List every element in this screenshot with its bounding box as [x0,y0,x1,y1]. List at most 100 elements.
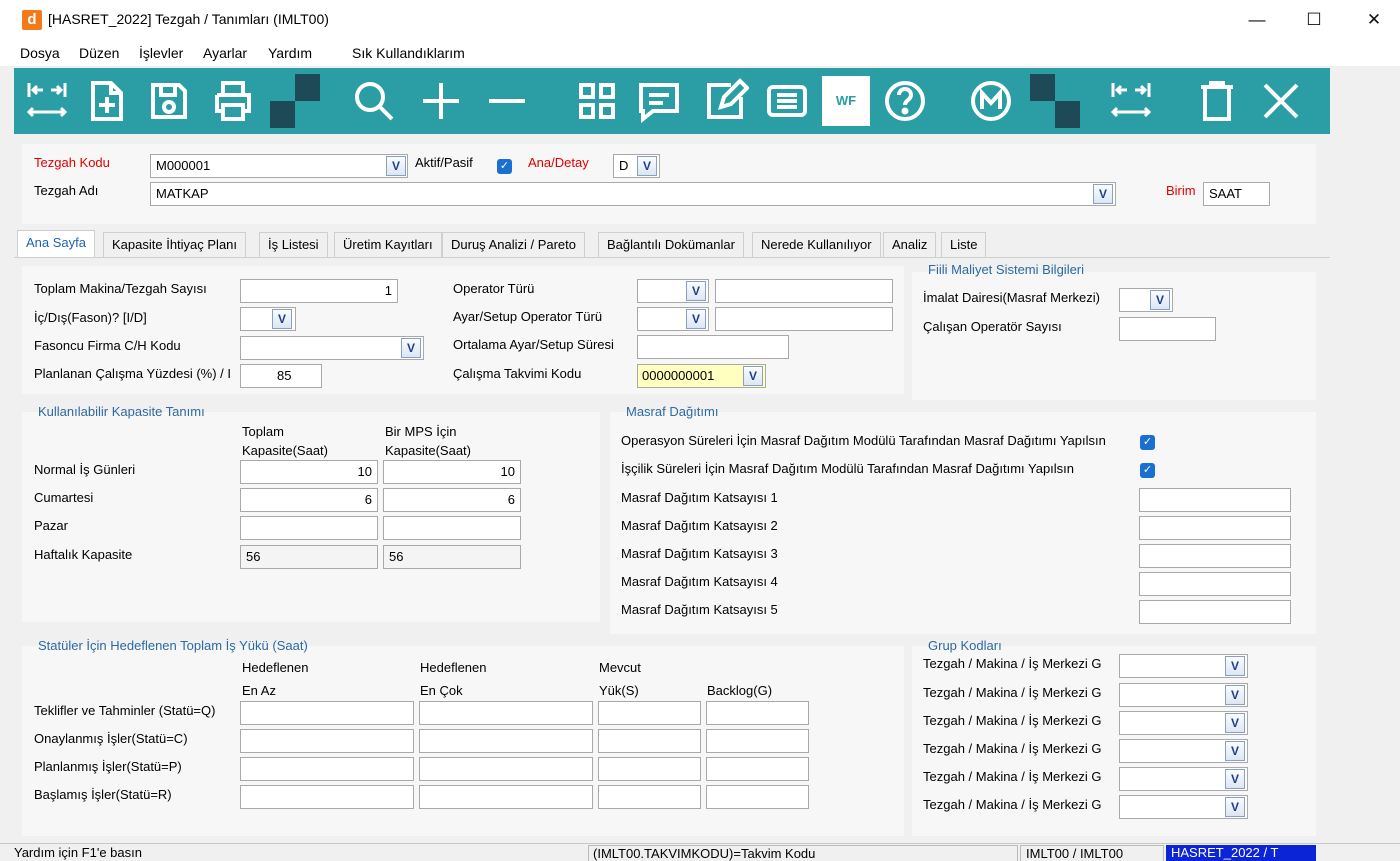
workload-current-field[interactable] [598,785,701,809]
close-icon[interactable] [1252,73,1310,129]
collapse-icon[interactable] [1102,73,1160,129]
delete-icon[interactable] [1188,73,1246,129]
group-code-dropdown[interactable]: V [1225,741,1245,761]
capacity-total-field[interactable]: 6 [240,488,378,512]
edit-icon[interactable] [696,73,754,129]
subcontractor-dropdown[interactable]: V [401,338,421,358]
internal-label: İç/Dış(Fason)? [I/D] [34,310,147,325]
workload-backlog-field[interactable] [706,729,809,753]
tab-ana-sayfa[interactable]: Ana Sayfa [17,230,95,258]
menu-ayarlar[interactable]: Ayarlar [203,45,247,61]
capacity-total-field[interactable] [240,516,378,540]
capacity-mps-field[interactable]: 6 [383,488,521,512]
first-record-icon[interactable] [18,73,76,129]
tab-work-list[interactable]: İş Listesi [259,232,328,257]
name-dropdown[interactable]: V [1093,184,1113,204]
operator-type-dropdown[interactable]: V [686,281,706,301]
subcontractor-field[interactable] [240,336,424,360]
help-icon[interactable] [876,73,934,129]
list-icon[interactable] [758,73,816,129]
workload-max-field[interactable] [419,701,593,725]
operators-label: Çalışan Operatör Sayısı [923,319,1062,334]
menu-duzen[interactable]: Düzen [79,45,119,61]
workload-backlog-field[interactable] [706,757,809,781]
coefficient-field[interactable] [1139,516,1291,540]
workload-min-field[interactable] [240,785,414,809]
setup-operator-dropdown[interactable]: V [686,309,706,329]
tab-analysis[interactable]: Analiz [883,232,937,257]
setup-operator-desc[interactable] [715,307,893,331]
menu-yardim[interactable]: Yardım [268,45,312,61]
tab-capacity-plan[interactable]: Kapasite İhtiyaç Planı [103,232,247,257]
workload-min-field[interactable] [240,757,414,781]
close-window-button[interactable]: ✕ [1362,8,1386,32]
workload-max-field[interactable] [419,785,593,809]
workload-row-label: Başlamış İşler(Statü=R) [34,787,172,802]
workload-max-field[interactable] [419,729,593,753]
workload-h2-line1: Hedeflenen [420,660,487,675]
capacity-col2-line2: Kapasite(Saat) [385,443,471,458]
main-detail-dropdown[interactable]: V [637,156,657,176]
name-label: Tezgah Adı [34,183,99,198]
coefficient-field[interactable] [1139,488,1291,512]
workload-min-field[interactable] [240,701,414,725]
print-icon[interactable] [204,73,262,129]
minimize-button[interactable]: — [1245,8,1269,32]
group-code-dropdown[interactable]: V [1225,656,1245,676]
add-icon[interactable] [412,73,470,129]
coefficient-field[interactable] [1139,600,1291,624]
m-icon[interactable] [962,73,1020,129]
operator-type-desc[interactable] [715,279,893,303]
grid-icon[interactable] [568,73,626,129]
workload-backlog-field[interactable] [706,701,809,725]
workload-current-field[interactable] [598,701,701,725]
workload-current-field[interactable] [598,729,701,753]
active-checkbox[interactable]: ✓ [497,159,512,174]
menu-dosya[interactable]: Dosya [20,45,60,61]
coefficient-label: Masraf Dağıtım Katsayısı 4 [621,574,778,589]
workload-max-field[interactable] [419,757,593,781]
workload-h3-line1: Mevcut [599,660,641,675]
tab-list[interactable]: Liste [941,232,987,257]
tab-production-records[interactable]: Üretim Kayıtları [334,232,442,257]
menu-islevler[interactable]: İşlevler [139,45,183,61]
tab-downtime-analysis[interactable]: Duruş Analizi / Pareto [442,232,586,257]
search-icon[interactable] [345,73,403,129]
name-field[interactable]: MATKAP [150,182,1116,206]
remove-icon[interactable] [478,73,536,129]
capacity-mps-field[interactable]: 10 [383,460,521,484]
coefficient-field[interactable] [1139,544,1291,568]
capacity-mps-field[interactable] [383,516,521,540]
dept-dropdown[interactable]: V [1150,290,1170,310]
menu-favorites[interactable]: Sık Kullandıklarım [352,45,465,61]
group-code-dropdown[interactable]: V [1225,769,1245,789]
checker-icon-2 [1030,74,1080,128]
group-code-dropdown[interactable]: V [1225,685,1245,705]
workload-current-field[interactable] [598,757,701,781]
operators-field[interactable] [1119,317,1216,341]
save-icon[interactable] [140,73,198,129]
comment-icon[interactable] [630,73,688,129]
workload-min-field[interactable] [240,729,414,753]
coefficient-field[interactable] [1139,572,1291,596]
avg-setup-field[interactable] [637,335,789,359]
planned-pct-field[interactable]: 85 [240,364,322,388]
labor-distribution-checkbox[interactable]: ✓ [1140,463,1155,478]
workload-backlog-field[interactable] [706,785,809,809]
group-code-dropdown[interactable]: V [1225,713,1245,733]
code-field[interactable]: M000001 [150,154,408,178]
internal-dropdown[interactable]: V [272,309,292,329]
unit-field[interactable]: SAAT [1203,182,1270,206]
calendar-label: Çalışma Takvimi Kodu [453,366,582,381]
calendar-dropdown[interactable]: V [743,366,763,386]
group-code-dropdown[interactable]: V [1225,797,1245,817]
tab-where-used[interactable]: Nerede Kullanılıyor [752,232,881,257]
code-dropdown[interactable]: V [386,156,406,176]
new-record-icon[interactable] [78,73,136,129]
op-distribution-checkbox[interactable]: ✓ [1140,435,1155,450]
tab-linked-documents[interactable]: Bağlantılı Dokümanlar [598,232,744,257]
capacity-total-field[interactable]: 10 [240,460,378,484]
maximize-button[interactable]: ☐ [1302,8,1326,32]
machine-count-field[interactable]: 1 [240,279,398,303]
workflow-button[interactable]: WF [822,76,870,126]
